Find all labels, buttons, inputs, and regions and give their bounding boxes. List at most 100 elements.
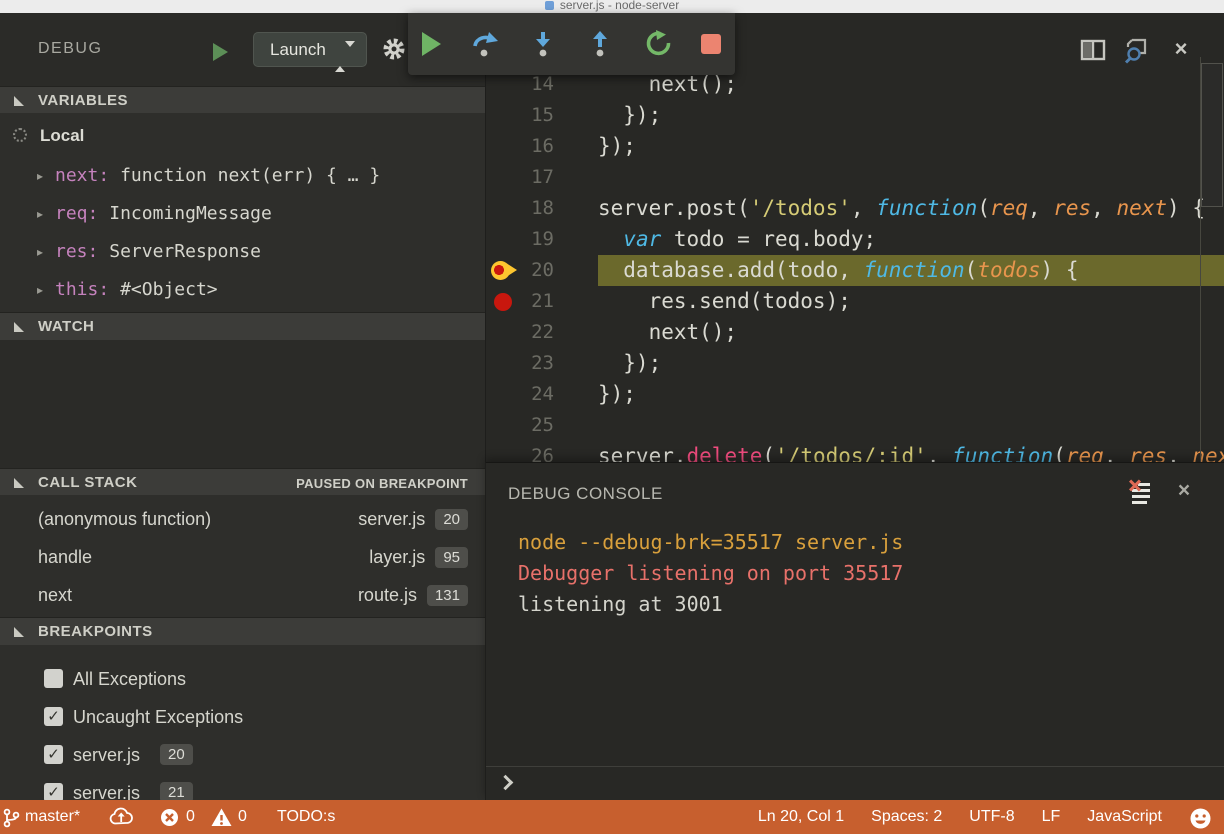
collapse-twisty-icon <box>14 478 24 488</box>
code-line[interactable]: 22 next(); <box>486 317 1224 348</box>
git-branch-icon[interactable] <box>2 808 20 834</box>
warnings-count[interactable]: 0 <box>238 800 247 834</box>
line-number: 16 <box>486 131 554 162</box>
language-mode[interactable]: JavaScript <box>1087 800 1162 834</box>
warnings-icon[interactable] <box>211 808 232 834</box>
step-over-icon[interactable] <box>471 30 499 58</box>
variable-value: function next(err) { … } <box>120 157 380 195</box>
todo-status-item[interactable]: TODO:s <box>277 800 335 834</box>
line-number: 15 <box>486 100 554 131</box>
callstack-frame-row[interactable]: (anonymous function)server.js20 <box>0 500 485 538</box>
variable-row[interactable]: ▸ next: function next(err) { … } <box>0 157 485 195</box>
configure-gear-icon[interactable] <box>381 36 407 62</box>
step-out-icon[interactable] <box>586 30 614 58</box>
window-title: server.js - node-server <box>0 0 1224 12</box>
watch-section-label: WATCH <box>38 318 94 335</box>
variables-scope-row[interactable]: Local <box>0 119 485 157</box>
close-editor-icon[interactable]: × <box>1168 37 1194 63</box>
split-editor-icon[interactable] <box>1080 37 1106 63</box>
breakpoints-section-header[interactable]: BREAKPOINTS <box>0 617 485 645</box>
step-into-icon[interactable] <box>529 30 557 58</box>
restart-icon[interactable] <box>644 30 672 58</box>
expand-twisty-icon[interactable]: ▸ <box>37 233 43 271</box>
breakpoints-section-label: BREAKPOINTS <box>38 623 153 640</box>
code-text: }); <box>598 131 636 162</box>
close-console-icon[interactable]: × <box>1172 479 1196 503</box>
code-line[interactable]: 17 <box>486 162 1224 193</box>
frame-location: layer.js95 <box>369 538 468 576</box>
code-text: }); <box>598 100 661 131</box>
cursor-position[interactable]: Ln 20, Col 1 <box>758 800 844 834</box>
status-bar-right: Ln 20, Col 1 Spaces: 2 UTF-8 LF JavaScri… <box>758 800 1212 834</box>
editor-scrollbar[interactable] <box>1200 57 1224 462</box>
errors-icon[interactable] <box>160 808 179 834</box>
code-line[interactable]: 25 <box>486 410 1224 441</box>
console-input[interactable] <box>486 766 1224 801</box>
indentation-setting[interactable]: Spaces: 2 <box>871 800 942 834</box>
continue-icon[interactable] <box>422 30 442 58</box>
code-editor[interactable]: × 14 next();15 });16});1718server.post('… <box>485 13 1224 462</box>
feedback-smiley-icon[interactable] <box>1189 804 1212 830</box>
line-number: 23 <box>486 348 554 379</box>
frame-function: (anonymous function) <box>38 500 211 538</box>
breakpoint-label: server.js <box>73 745 140 766</box>
window-title-bar[interactable]: server.js - node-server <box>0 0 1224 13</box>
code-line[interactable]: 18server.post('/todos', function(req, re… <box>486 193 1224 224</box>
checkbox-checked-icon[interactable]: ✓ <box>44 745 63 764</box>
code-line[interactable]: 20 database.add(todo, function(todos) { <box>486 255 1224 286</box>
status-bar: master* 0 0 TODO:s Ln 2 <box>0 800 1224 834</box>
code-line[interactable]: 26server.delete('/todos/:id', function(r… <box>486 441 1224 462</box>
code-text: next(); <box>598 317 737 348</box>
debug-console-title: DEBUG CONSOLE <box>508 484 663 504</box>
code-line[interactable]: 15 }); <box>486 100 1224 131</box>
breakpoint-row[interactable]: All Exceptions <box>0 661 485 699</box>
code-line[interactable]: 16}); <box>486 131 1224 162</box>
eol-setting[interactable]: LF <box>1042 800 1061 834</box>
git-branch-label[interactable]: master* <box>25 800 80 834</box>
checkbox-checked-icon[interactable]: ✓ <box>44 707 63 726</box>
frame-file: server.js <box>358 500 425 538</box>
line-number: 22 <box>486 317 554 348</box>
code-line[interactable]: 23 }); <box>486 348 1224 379</box>
stop-icon[interactable] <box>701 30 721 58</box>
code-area[interactable]: 14 next();15 });16});1718server.post('/t… <box>486 69 1224 462</box>
code-line[interactable]: 19 var todo = req.body; <box>486 224 1224 255</box>
variable-row[interactable]: ▸this: #<Object> <box>0 271 485 309</box>
checkbox-unchecked-icon[interactable] <box>44 669 63 688</box>
variable-row[interactable]: ▸req: IncomingMessage <box>0 195 485 233</box>
scrollbar-thumb[interactable] <box>1201 63 1223 207</box>
console-line: listening at 3001 <box>518 589 723 620</box>
callstack-frame-row[interactable]: handlelayer.js95 <box>0 538 485 576</box>
start-debug-icon[interactable] <box>213 43 228 61</box>
line-number: 18 <box>486 193 554 224</box>
code-text: res.send(todos); <box>598 286 851 317</box>
variable-name: res: <box>55 233 109 271</box>
expand-twisty-icon[interactable]: ▸ <box>37 195 43 233</box>
variables-section-header[interactable]: VARIABLES <box>0 86 485 113</box>
callstack-section-header[interactable]: CALL STACK PAUSED ON BREAKPOINT <box>0 468 485 495</box>
watch-section-header[interactable]: WATCH <box>0 312 485 340</box>
variable-row[interactable]: ▸ res: ServerResponse <box>0 233 485 271</box>
callstack-frame-row[interactable]: nextroute.js131 <box>0 576 485 614</box>
debug-panel-title: DEBUG <box>38 40 102 58</box>
variable-value: ServerResponse <box>109 233 261 271</box>
expand-twisty-icon[interactable]: ▸ <box>37 271 43 309</box>
breakpoints-section-body: All Exceptions✓Uncaught Exceptions✓serve… <box>0 645 485 813</box>
code-text: }); <box>598 348 661 379</box>
callstack-section-label: CALL STACK <box>38 474 137 491</box>
variable-name: next: <box>55 157 120 195</box>
code-line[interactable]: 24}); <box>486 379 1224 410</box>
encoding-setting[interactable]: UTF-8 <box>969 800 1014 834</box>
code-line[interactable]: 21 res.send(todos); <box>486 286 1224 317</box>
errors-count[interactable]: 0 <box>186 800 195 834</box>
breakpoint-row[interactable]: ✓Uncaught Exceptions <box>0 699 485 737</box>
code-text: database.add(todo, function(todos) { <box>598 255 1078 286</box>
launch-config-select[interactable]: Launch <box>253 32 367 67</box>
expand-twisty-icon[interactable]: ▸ <box>37 157 43 195</box>
line-number: 20 <box>486 255 554 286</box>
search-preview-icon[interactable] <box>1123 37 1149 63</box>
clear-console-icon[interactable] <box>1129 480 1155 506</box>
frame-line-badge: 131 <box>427 585 468 606</box>
sync-cloud-icon[interactable] <box>108 807 135 834</box>
breakpoint-row[interactable]: ✓server.js20 <box>0 737 485 775</box>
